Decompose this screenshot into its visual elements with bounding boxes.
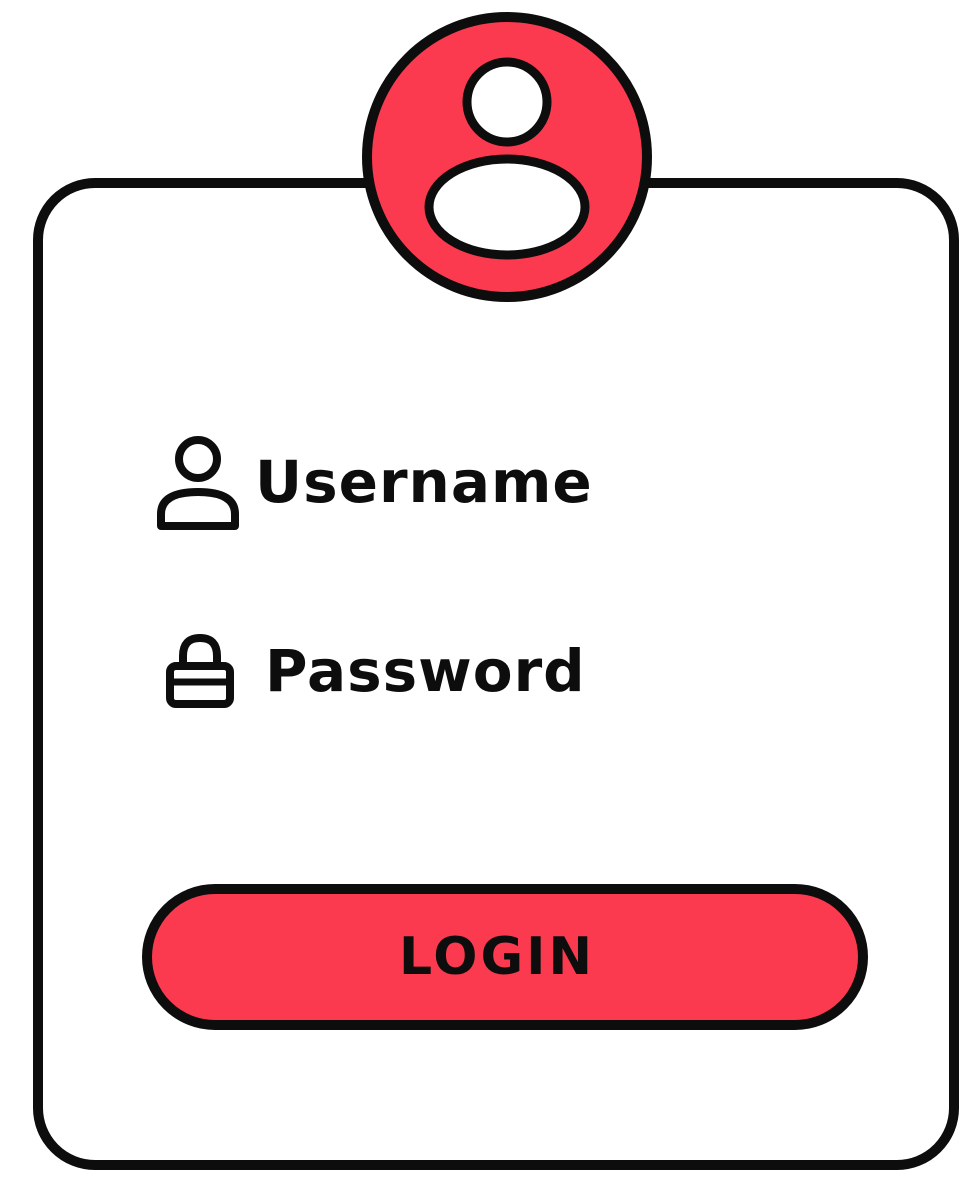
username-label: Username [255,448,593,516]
password-label: Password [265,637,586,705]
lock-icon [166,633,234,708]
password-field[interactable]: Password [165,632,586,710]
user-avatar-icon [362,12,652,302]
username-field[interactable]: Username [155,432,593,532]
login-screen: Username Password LOGIN [0,0,973,1186]
user-icon [157,436,239,530]
login-button-label: LOGIN [398,927,596,987]
login-button[interactable]: LOGIN [142,884,868,1030]
